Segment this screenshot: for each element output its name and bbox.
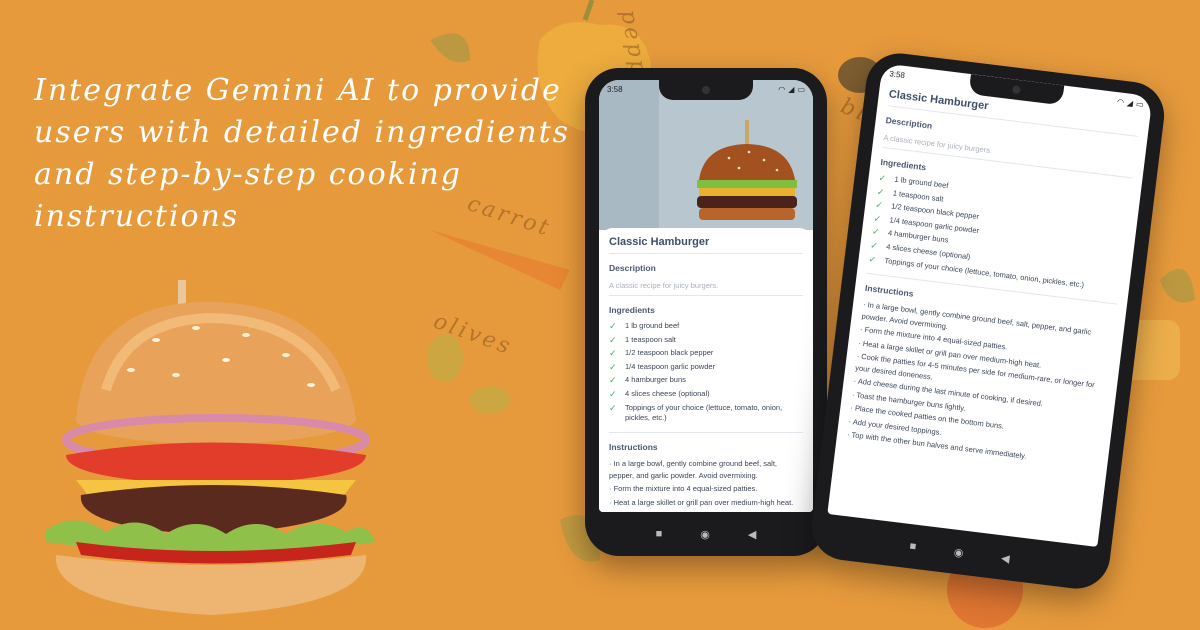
battery-icon: ▭ <box>1135 98 1145 109</box>
recents-button[interactable]: ■ <box>656 528 663 540</box>
instructions-list: · In a large bowl, gently combine ground… <box>846 299 1113 471</box>
check-icon: ✓ <box>869 240 879 251</box>
check-icon: ✓ <box>876 186 886 197</box>
check-icon: ✓ <box>871 226 881 238</box>
check-icon: ✓ <box>609 321 617 331</box>
ingredients-label: Ingredients <box>609 305 655 315</box>
instruction-step: · Form the mixture into 4 equal-sized pa… <box>609 484 758 494</box>
check-icon: ✓ <box>609 348 617 359</box>
android-nav-bar: ■ ◉ ◀ <box>585 520 827 548</box>
wifi-icon: ◠ <box>1116 96 1125 107</box>
check-icon: ✓ <box>609 388 617 399</box>
list-item: ✓ 4 slices cheese (optional) <box>609 389 803 399</box>
description-label: Description <box>609 263 656 273</box>
headline: Integrate Gemini AI to provide users wit… <box>34 73 571 234</box>
list-item: ✓ 1/2 teaspoon black pepper <box>609 348 803 358</box>
hero-burger-photo <box>599 80 813 230</box>
recipe-title: Classic Hamburger <box>609 236 803 254</box>
phone-back-screen: 3:58 ◠ ◢ ▭ Classic Hamburger Description… <box>827 63 1153 548</box>
signal-icon: ◢ <box>788 84 795 94</box>
home-button[interactable]: ◉ <box>700 528 710 541</box>
recipe-card: Classic Hamburger Description A classic … <box>827 79 1150 547</box>
instructions-list: · In a large bowl, gently combine ground… <box>609 458 803 508</box>
recipe-card: Classic Hamburger Description A classic … <box>599 228 813 512</box>
list-item: ✓ 1 lb ground beef <box>609 321 803 331</box>
battery-icon: ▭ <box>797 84 805 94</box>
check-icon: ✓ <box>873 213 882 224</box>
list-item: ✓ Toppings of your choice (lettuce, tomat… <box>609 403 803 423</box>
status-time: 3:58 <box>607 84 623 94</box>
ingredients-list: ✓ 1 lb ground beef ✓ 1 teaspoon salt ✓ 1/2 … <box>609 321 803 434</box>
check-icon: ✓ <box>878 172 887 184</box>
check-icon: ✓ <box>609 361 617 372</box>
phone-front: 3:58 ◠ ◢ ▭ Classic Hamburger Description… <box>585 68 827 556</box>
check-icon: ✓ <box>874 199 884 211</box>
camera-icon <box>702 86 710 94</box>
back-button[interactable]: ◀ <box>748 528 756 541</box>
list-item: ✓ 1 teaspoon salt <box>609 335 803 345</box>
list-item: ✓ 4 hamburger buns <box>609 375 803 385</box>
recents-button[interactable]: ■ <box>909 540 917 553</box>
status-time: 3:58 <box>888 68 906 80</box>
ingredient-text: 4 hamburger buns <box>625 375 686 385</box>
signal-icon: ◢ <box>1126 97 1134 108</box>
status-icons: ◠ ◢ ▭ <box>1117 97 1145 109</box>
ingredient-text: 4 slices cheese (optional) <box>625 388 710 398</box>
ingredient-text: 1/4 teaspoon garlic powder <box>625 361 716 371</box>
instructions-label: Instructions <box>609 442 658 453</box>
instruction-step: · In a large bowl, gently combine ground… <box>609 459 778 480</box>
check-icon: ✓ <box>609 334 617 345</box>
home-button[interactable]: ◉ <box>953 545 964 559</box>
description-text: A classic recipe for juicy burgers. <box>609 281 803 296</box>
phone-front-screen: 3:58 ◠ ◢ ▭ Classic Hamburger Description… <box>599 80 813 512</box>
ingredient-text: 1 lb ground beef <box>625 321 680 330</box>
wifi-icon: ◠ <box>778 84 786 94</box>
list-item: ✓ 1/4 teaspoon garlic powder <box>609 362 803 372</box>
recipe-hero-image <box>599 80 813 230</box>
bg-word-olives: olives <box>430 308 516 361</box>
check-icon: ✓ <box>609 402 617 413</box>
phone-back: 3:58 ◠ ◢ ▭ Classic Hamburger Description… <box>808 49 1168 593</box>
status-icons: ◠ ◢ ▭ <box>778 85 805 94</box>
back-button[interactable]: ◀ <box>1000 551 1010 565</box>
ingredient-text: 1/2 teaspoon black pepper <box>625 348 714 358</box>
burger-illustration <box>46 280 376 615</box>
ingredient-text: Toppings of your choice (lettuce, tomato… <box>625 402 783 422</box>
ingredient-text: 1 teaspoon salt <box>625 334 676 344</box>
check-icon: ✓ <box>868 253 877 265</box>
check-icon: ✓ <box>609 375 617 386</box>
instruction-step: · Heat a large skillet or grill pan over… <box>609 497 794 507</box>
